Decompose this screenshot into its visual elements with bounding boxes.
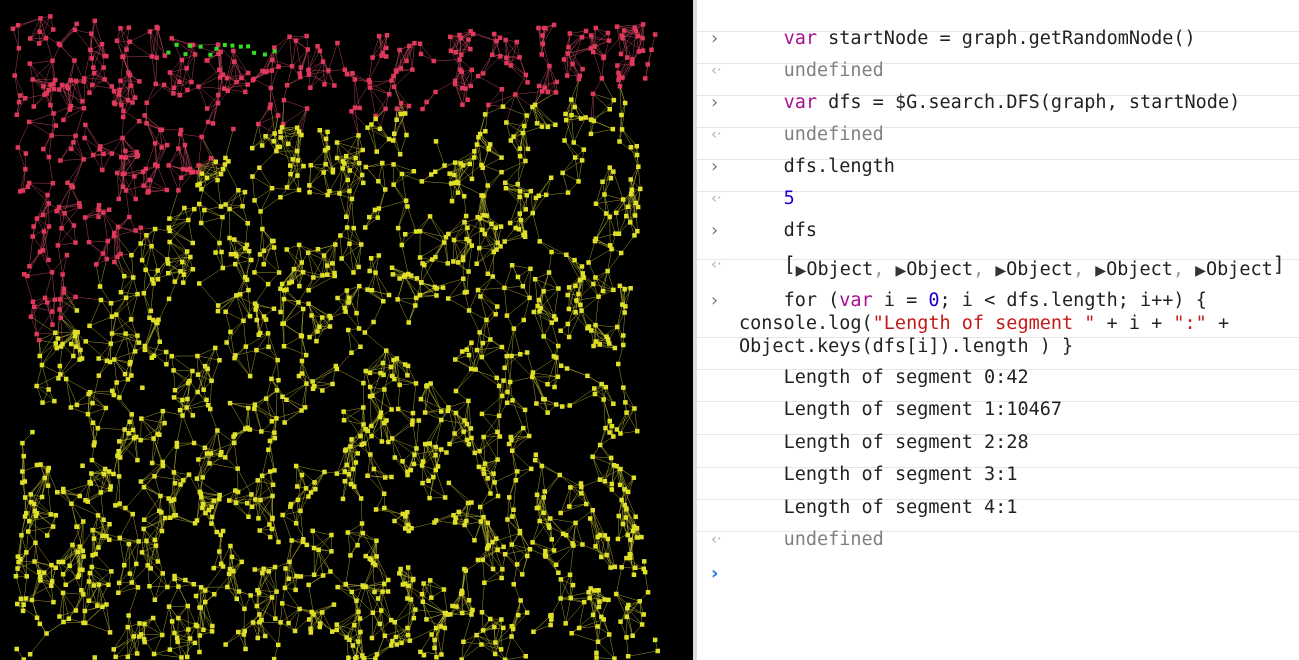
graph-canvas[interactable]	[0, 0, 693, 660]
console-result-entry: ‹· undefined	[697, 96, 1299, 145]
console-prompt[interactable]: ›	[697, 532, 1299, 584]
string-literal: "Length of segment "	[872, 313, 1096, 334]
code-text: i =	[872, 290, 929, 311]
devtools-console[interactable]: › var startNode = graph.getRandomNode() ‹…	[697, 0, 1299, 660]
console-log-entry: Length of segment 3:1	[697, 435, 1299, 485]
console-input-entry: › for (var i = 0; i < dfs.length; i++) { …	[697, 260, 1299, 357]
console-result-entry: ‹· 5	[697, 160, 1299, 209]
graph-visualization[interactable]	[0, 0, 693, 660]
red-edges	[12, 16, 656, 345]
keyword-var: var	[839, 290, 873, 311]
console-input-entry: › dfs.length	[697, 128, 1299, 177]
red-nodes	[10, 14, 658, 343]
code-text: +	[1206, 313, 1230, 334]
graph-edges	[12, 16, 658, 660]
console-input-entry: › var dfs = $G.search.DFS(graph, startNod…	[697, 64, 1299, 113]
console-result-entry: ‹· undefined	[697, 500, 1299, 550]
active-prompt-icon: ›	[711, 563, 719, 584]
code-text: console.log(	[739, 313, 873, 334]
string-literal: ":"	[1173, 313, 1207, 334]
console-log-entry: Length of segment 0:42	[697, 338, 1299, 388]
code-text: + i +	[1095, 313, 1174, 334]
graph-nodes	[10, 14, 660, 660]
number-literal: 0	[928, 290, 940, 311]
console-log-entry: Length of segment 2:28	[697, 402, 1299, 453]
input-prompt-icon: ›	[711, 290, 719, 311]
console-input-entry: › var startNode = graph.getRandomNode()	[697, 0, 1299, 49]
console-input-entry: › dfs	[697, 192, 1299, 241]
console-log-entry: Length of segment 4:1	[697, 468, 1299, 518]
console-log-entry: Length of segment 1:10467	[697, 370, 1299, 420]
console-result-array: ‹· [▶Object, ▶Object, ▶Object, ▶Object, ▶…	[697, 224, 1299, 280]
code-text: ; i < dfs.length; i++) {	[939, 290, 1207, 311]
code-text: for (	[783, 290, 840, 311]
console-result-entry: ‹· undefined	[697, 32, 1299, 81]
